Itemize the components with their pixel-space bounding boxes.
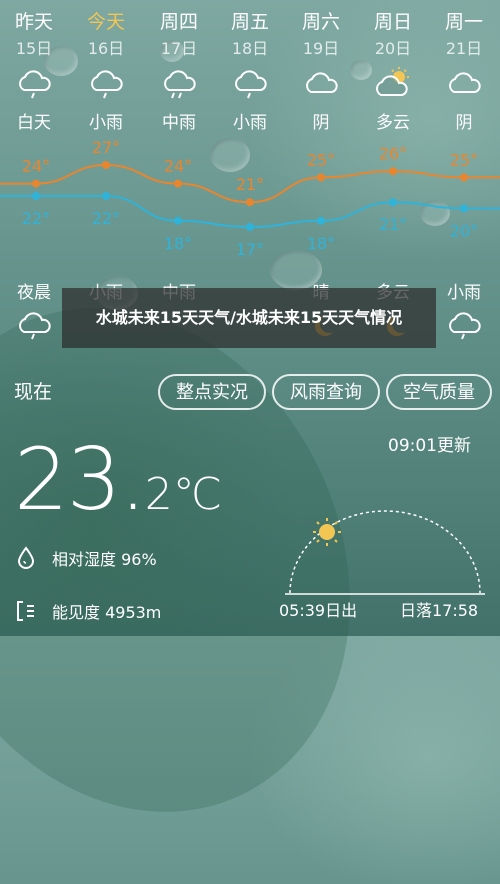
forecast-day[interactable]: 周五 18日 小雨 (214, 10, 286, 134)
overlay-title: 水城未来15天天气/水城未来15天天气情况 (95, 308, 403, 327)
forecast-day[interactable]: 周六 19日 阴 (285, 10, 357, 134)
low-temp-point (174, 216, 182, 225)
day-name: 周日 (373, 11, 412, 33)
low-temp-point (460, 204, 468, 213)
forecast-day[interactable]: 周四 17日 中雨 (143, 10, 215, 134)
sunset-time: 日落17:58 (400, 601, 479, 620)
cloud-rain-icon (444, 310, 484, 340)
title-overlay: 水城未来15天天气/水城未来15天天气情况 (62, 288, 436, 348)
high-temp-label: 26° (379, 144, 407, 163)
day-date: 17日 (160, 39, 198, 58)
day-date: 15日 (15, 39, 53, 58)
droplet-icon (14, 546, 38, 570)
temperature-main: 23. (14, 430, 147, 530)
night-day: 小雨 (428, 282, 500, 340)
high-temp-point (174, 179, 182, 188)
high-temp-label: 24° (164, 157, 192, 176)
low-temp-point (32, 192, 40, 200)
cloud-icon (301, 66, 341, 100)
humidity-text: 相对湿度 96% (52, 550, 157, 569)
high-temp-point (460, 173, 468, 182)
wind-rain-query-button[interactable]: 风雨查询 (272, 374, 380, 410)
high-temp-point (32, 179, 40, 188)
high-temp-label: 21° (236, 175, 264, 194)
high-temp-label: 25° (307, 150, 335, 169)
day-weather: 阴 (312, 113, 330, 133)
day-date: 21日 (445, 39, 483, 58)
sun-cloud-icon (373, 66, 413, 100)
visibility-icon (14, 599, 38, 623)
cloud-rain-icon (230, 66, 270, 100)
night-label: 夜晨 (17, 283, 51, 303)
forecast-day[interactable]: 周一 21日 阴 (428, 10, 500, 134)
now-label: 现在 (14, 381, 53, 403)
day-name: 周六 (301, 11, 340, 33)
high-temp-point (389, 167, 397, 176)
day-weather: 小雨 (233, 113, 267, 133)
low-temp-label: 18° (164, 234, 192, 253)
low-temp-label: 22° (92, 209, 120, 228)
sun-path-arc (285, 510, 485, 595)
forecast-day[interactable]: 昨天 15日 白天 (0, 10, 70, 134)
cloud-rain-icon (14, 66, 54, 100)
low-temp-point (246, 223, 254, 231)
day-weather: 多云 (376, 113, 410, 133)
hourly-live-button[interactable]: 整点实况 (158, 374, 266, 410)
high-temp-label: 25° (450, 150, 478, 169)
forecast-day[interactable]: 今天 16日 小雨 (70, 10, 142, 134)
sun-icon (313, 518, 341, 546)
night-day: 夜晨 (0, 282, 70, 340)
high-temp-label: 24° (22, 157, 50, 176)
temperature-unit: 2℃ (144, 469, 223, 520)
day-weather: 白天 (17, 113, 51, 133)
low-temp-label: 18° (307, 234, 335, 253)
day-name: 周一 (444, 11, 483, 33)
cloud-rain-icon (86, 66, 126, 100)
day-weather: 中雨 (162, 113, 196, 133)
day-date: 18日 (231, 39, 269, 58)
high-temp-label: 27° (92, 138, 120, 157)
night-label: 小雨 (447, 283, 481, 303)
humidity-row: 相对湿度 96% (14, 546, 157, 570)
day-name: 昨天 (14, 11, 53, 33)
low-temp-point (102, 192, 110, 200)
forecast-day[interactable]: 周日 20日 多云 (357, 10, 429, 134)
day-date: 16日 (87, 39, 125, 58)
day-name: 周五 (230, 11, 269, 33)
visibility-text: 能见度 4953m (52, 603, 162, 622)
update-time: 09:01更新 (388, 436, 471, 456)
low-temp-label: 20° (450, 221, 478, 240)
high-temp-point (102, 161, 110, 169)
low-temp-point (389, 198, 397, 207)
day-date: 20日 (374, 39, 412, 58)
cloud-icon (444, 66, 484, 100)
low-temp-label: 22° (22, 209, 50, 228)
sunrise-time: 05:39日出 (279, 601, 358, 620)
day-name: 今天 (86, 11, 125, 33)
cloud-rain-icon (14, 310, 54, 340)
temperature-chart: 24° 27° 24° 21° 25° 26° 25° 22° 22° 18° 17° 18° 21° 2… (0, 138, 500, 259)
day-name: 周四 (159, 11, 198, 33)
cloud-heavy-rain-icon (159, 66, 199, 100)
current-temperature: 23.2℃ (14, 430, 222, 530)
day-weather: 阴 (455, 113, 473, 133)
low-temp-label: 21° (379, 215, 407, 234)
low-temp-point (317, 216, 325, 225)
day-date: 19日 (302, 39, 340, 58)
high-temp-point (246, 198, 254, 207)
day-weather: 小雨 (89, 113, 123, 133)
visibility-row: 能见度 4953m (14, 599, 161, 623)
high-temp-point (317, 173, 325, 182)
low-temp-label: 17° (236, 240, 264, 259)
air-quality-button[interactable]: 空气质量 (386, 374, 492, 410)
